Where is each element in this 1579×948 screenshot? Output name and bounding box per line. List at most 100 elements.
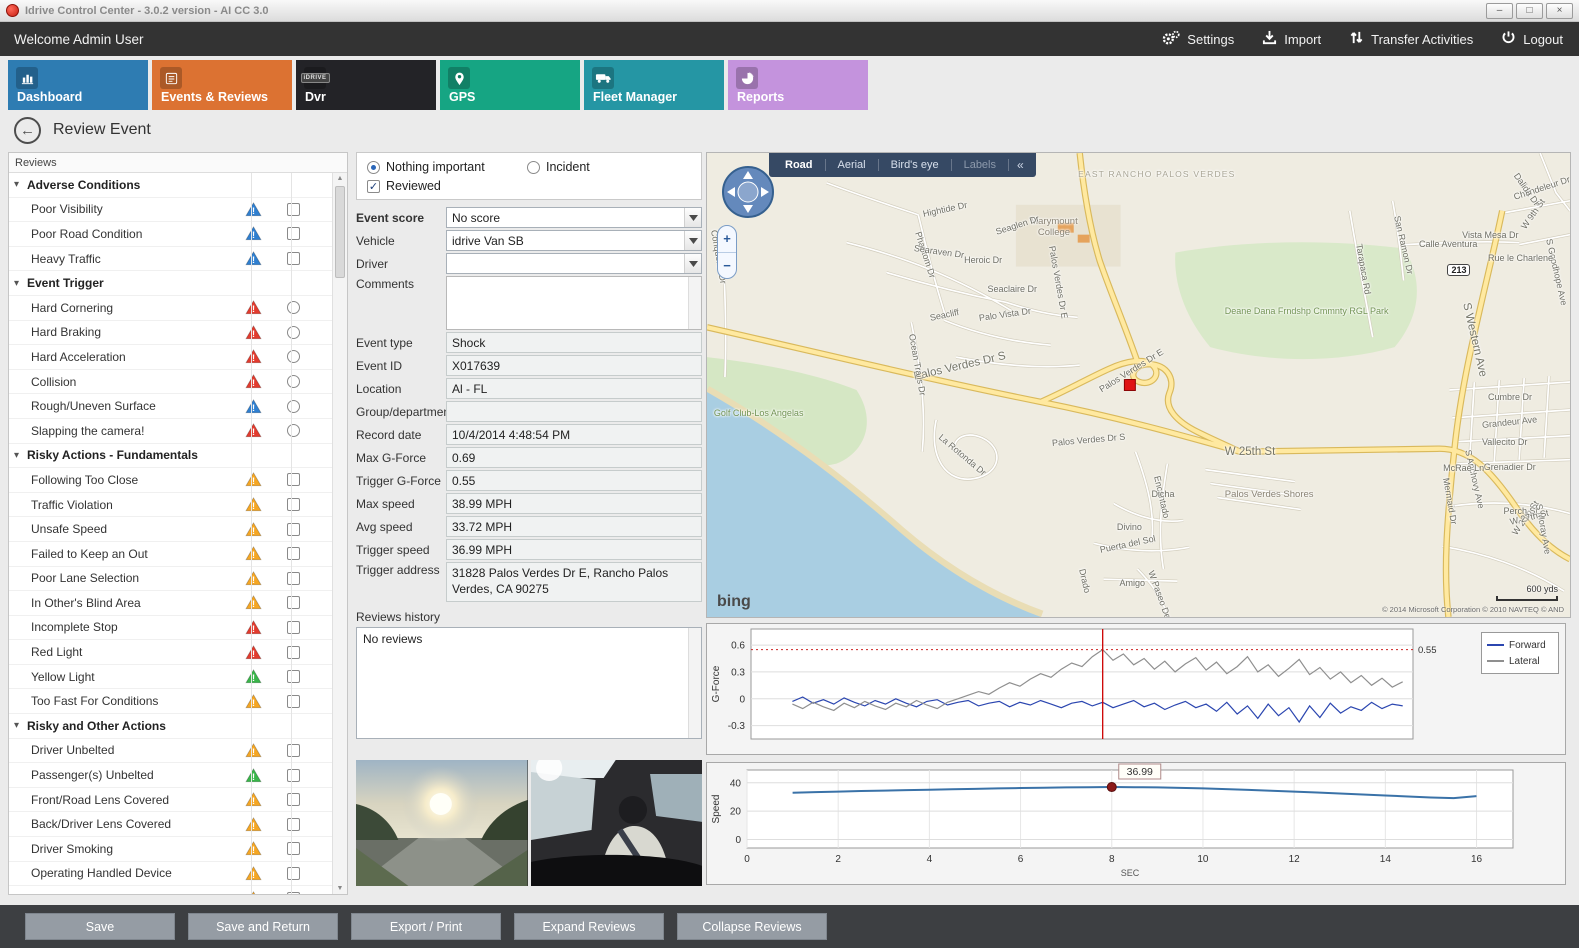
maximize-button[interactable]: □ [1516,3,1543,19]
event-location-marker[interactable] [1124,380,1135,391]
group-expander-icon[interactable]: ▾ [9,720,27,731]
collapse-reviews-button[interactable]: Collapse Reviews [677,913,827,940]
map-view-bird-s-eye[interactable]: Bird's eye [879,159,952,171]
map-view-aerial[interactable]: Aerial [826,159,879,171]
field-vehicle[interactable]: idrive Van SB [446,230,702,251]
dropdown-arrow-icon[interactable] [684,208,701,227]
review-checkbox[interactable] [287,793,300,806]
review-radio[interactable] [287,400,300,413]
review-checkbox[interactable] [287,203,300,216]
back-button[interactable]: ← [14,117,41,144]
review-checkbox[interactable] [287,621,300,634]
review-checkbox[interactable] [287,867,300,880]
review-checkbox[interactable] [287,646,300,659]
zoom-out-button[interactable]: − [718,252,736,279]
field-label-event-id: Event ID [356,358,446,373]
map-view-road[interactable]: Road [773,159,826,171]
review-checkbox[interactable] [287,744,300,757]
svg-text:!: ! [251,870,254,880]
group-expander-icon[interactable]: ▾ [9,179,27,190]
scrollbar-thumb[interactable] [335,186,345,278]
expand-reviews-button[interactable]: Expand Reviews [514,913,664,940]
svg-text:!: ! [251,821,254,831]
review-radio[interactable] [287,326,300,339]
field-event-score[interactable]: No score [446,207,702,228]
option-reviewed[interactable]: ✓ Reviewed [367,179,441,193]
save-and-return-button[interactable]: Save and Return [188,913,338,940]
review-checkbox[interactable] [287,818,300,831]
review-radio[interactable] [287,301,300,314]
review-checkbox[interactable] [287,473,300,486]
group-expander-icon[interactable]: ▾ [9,450,27,461]
review-checkbox[interactable] [287,572,300,585]
option-incident[interactable]: Incident [527,160,590,174]
severity-orange-triangle-icon: ! [233,595,273,610]
minimize-button[interactable]: – [1486,3,1513,19]
review-checkbox[interactable] [287,670,300,683]
review-checkbox[interactable] [287,769,300,782]
nav-tab-dvr[interactable]: iDRIVEDvr [296,60,436,110]
reviews-history-scrollbar[interactable] [688,628,701,738]
field-group-department [446,401,702,422]
nav-tab-fleet-manager[interactable]: Fleet Manager [584,60,724,110]
svg-text:!: ! [251,796,254,806]
settings-button[interactable]: Settings [1162,30,1234,49]
reviews-history-list[interactable]: No reviews [356,627,702,739]
app-logo-icon [6,4,19,17]
review-checkbox[interactable] [287,252,300,265]
map-compass-control[interactable] [721,165,775,224]
field-driver[interactable] [446,253,702,274]
import-button[interactable]: Import [1262,30,1321,49]
severity-blue-triangle-icon: ! [233,202,273,217]
forward-camera-thumbnail[interactable] [356,760,528,886]
review-checkbox[interactable] [287,596,300,609]
nothing-important-radio[interactable] [367,161,380,174]
scroll-down-icon[interactable]: ▼ [333,885,347,892]
export-print-button[interactable]: Export / Print [351,913,501,940]
field-label-vehicle: Vehicle [356,233,446,248]
dropdown-arrow-icon[interactable] [684,231,701,250]
zoom-in-button[interactable]: + [718,226,736,252]
save-button[interactable]: Save [25,913,175,940]
field-label-trigger-g-force: Trigger G-Force [356,473,446,488]
review-checkbox[interactable] [287,695,300,708]
review-checkbox[interactable] [287,227,300,240]
map[interactable]: EAST RANCHO PALOS VERDESMarymount Colleg… [706,152,1571,618]
review-item-following-too-close: Following Too Close! [9,468,332,493]
scroll-up-icon[interactable]: ▲ [333,175,347,182]
nav-tab-gps[interactable]: GPS [440,60,580,110]
close-button[interactable]: × [1546,3,1573,19]
nav-tab-dashboard[interactable]: Dashboard [8,60,148,110]
review-radio[interactable] [287,424,300,437]
transfer-activities-button[interactable]: Transfer Activities [1349,30,1473,49]
cabin-camera-thumbnail[interactable] [531,760,703,886]
reviews-scrollbar[interactable]: ▲ ▼ [332,173,347,894]
review-group-adverse-conditions[interactable]: ▾Adverse Conditions [9,173,332,198]
field-comments[interactable] [446,276,702,330]
review-checkbox[interactable] [287,498,300,511]
map-collapse-button[interactable]: « [1009,158,1032,172]
reviewed-checkbox[interactable]: ✓ [367,180,380,193]
review-item-rough-uneven-surface: Rough/Uneven Surface! [9,394,332,419]
dropdown-arrow-icon[interactable] [684,254,701,273]
review-item-poor-road-condition: Poor Road Condition! [9,222,332,247]
nav-tab-events-reviews[interactable]: Events & Reviews [152,60,292,110]
incident-radio[interactable] [527,161,540,174]
review-checkbox[interactable] [287,892,300,894]
textarea-scrollbar[interactable] [688,277,701,329]
review-radio[interactable] [287,375,300,388]
map-view-labels[interactable]: Labels [952,159,1009,171]
review-group-event-trigger[interactable]: ▾Event Trigger [9,271,332,296]
severity-blue-triangle-icon: ! [233,399,273,414]
option-nothing-important[interactable]: Nothing important [367,160,527,174]
review-checkbox[interactable] [287,523,300,536]
logout-button[interactable]: Logout [1501,30,1563,49]
nav-tab-reports[interactable]: Reports [728,60,868,110]
review-radio[interactable] [287,350,300,363]
review-group-risky-and-other-actions[interactable]: ▾Risky and Other Actions [9,714,332,739]
classification-box: Nothing important Incident ✓ Reviewed [356,152,702,200]
group-expander-icon[interactable]: ▾ [9,278,27,289]
review-group-risky-actions-fundamentals[interactable]: ▾Risky Actions - Fundamentals [9,444,332,469]
review-checkbox[interactable] [287,842,300,855]
review-checkbox[interactable] [287,547,300,560]
